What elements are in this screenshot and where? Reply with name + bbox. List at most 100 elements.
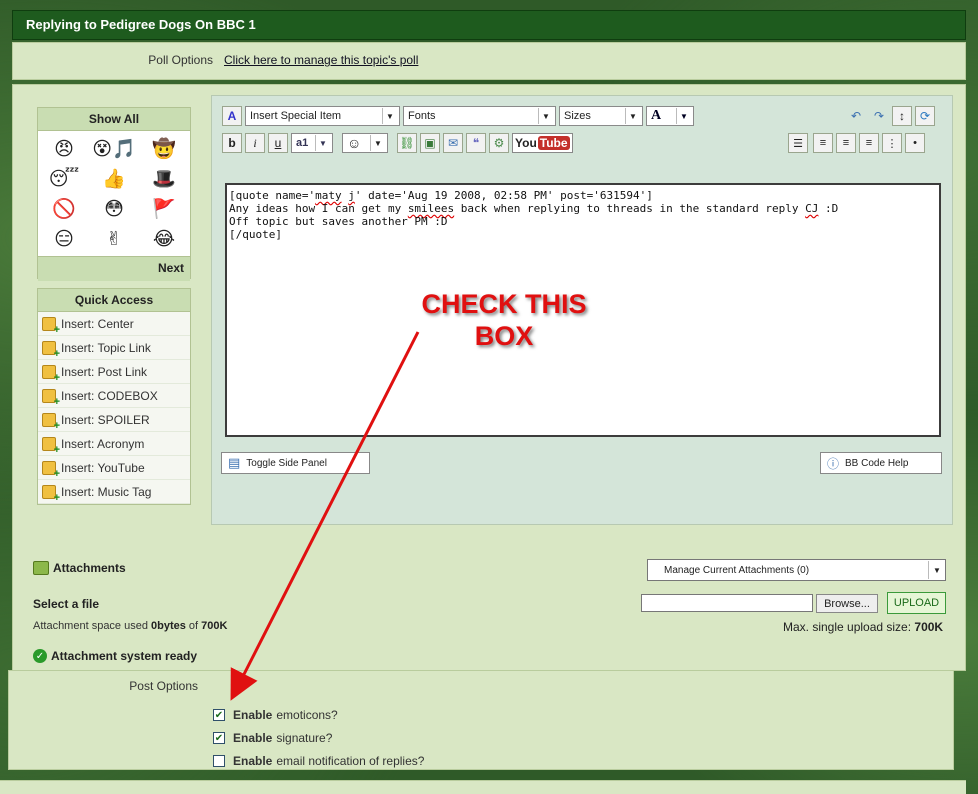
chevron-down-icon: ▼ (928, 561, 945, 579)
peace-smiley-icon[interactable]: ✌ (89, 224, 139, 254)
insert-link-icon[interactable]: ⛓ (397, 133, 417, 153)
insert-quote-icon[interactable]: ❝ (466, 133, 486, 153)
quick-access-item[interactable]: Insert: YouTube (38, 456, 190, 480)
insert-add-icon (42, 436, 60, 456)
enable-signature-checkbox[interactable]: ✔ (213, 732, 225, 744)
browse-button[interactable]: Browse... (816, 594, 878, 613)
italic-button[interactable]: i (245, 133, 265, 153)
sizes-select[interactable]: Sizes ▼ (559, 106, 643, 126)
insert-code-icon[interactable]: ⚙ (489, 133, 509, 153)
select-file-label: Select a file (33, 597, 100, 611)
check-circle-icon: ✓ (33, 649, 47, 663)
unordered-list-icon[interactable]: • (905, 133, 925, 153)
editor-text: [/quote] (229, 228, 282, 241)
poll-options-row: Poll Options Click here to manage this t… (12, 42, 966, 80)
editor-text: back when replying to threads in the sta… (454, 202, 806, 215)
enable-emoticons-checkbox[interactable]: ✔ (213, 709, 225, 721)
editor-text: Any ideas how I can get my (229, 202, 408, 215)
redo-icon[interactable]: ↷ (869, 106, 889, 126)
emoticon-select[interactable]: ☺ ▼ (342, 133, 388, 153)
blank-stare-smiley-icon[interactable]: 😳 (89, 194, 139, 224)
ordered-list-icon[interactable]: ⋮ (882, 133, 902, 153)
bowler-hat-smiley-icon[interactable]: 🎩 (139, 164, 189, 194)
attachment-space-used: Attachment space used 0bytes of 700K (33, 620, 227, 632)
bbcode-help-button[interactable]: ⓘ BB Code Help (820, 452, 942, 474)
underline-button[interactable]: u (268, 133, 288, 153)
fonts-select[interactable]: Fonts ▼ (403, 106, 556, 126)
laughing-smiley-icon[interactable]: 😂 (139, 224, 189, 254)
quick-access-item[interactable]: Insert: Center (38, 312, 190, 336)
indent-icon[interactable]: ☰ (788, 133, 808, 153)
smilies-next[interactable]: Next (38, 256, 190, 281)
space-used-value: 0bytes (151, 620, 186, 632)
font-color-select[interactable]: A ▼ (646, 106, 694, 126)
option-email-text: email notification of replies? (276, 754, 425, 768)
special-item-select[interactable]: Insert Special Item ▼ (245, 106, 400, 126)
editor-text: j (348, 189, 355, 202)
enable-emoticons-option[interactable]: ✔ Enable emoticons? (213, 708, 338, 722)
bold-button[interactable]: b (222, 133, 242, 153)
quick-access-header: Quick Access (38, 289, 190, 312)
insert-email-icon[interactable]: ✉ (443, 133, 463, 153)
angry-smiley-icon[interactable]: 😠 (39, 134, 89, 164)
attachments-label: Attachments (53, 561, 126, 575)
insert-add-icon (42, 484, 60, 504)
text-effects-select[interactable]: a1 ▼ (291, 133, 333, 153)
remove-format-icon[interactable]: A (222, 106, 242, 126)
quick-access-label: Insert: Acronym (61, 436, 145, 451)
chevron-down-icon: ▼ (625, 108, 640, 124)
max-upload-size: Max. single upload size: 700K (783, 620, 943, 634)
post-options-panel: Post Options ✔ Enable emoticons? ✔ Enabl… (8, 670, 954, 770)
toolbar-row-1: A Insert Special Item ▼ Fonts ▼ Sizes ▼ A ▼ (222, 105, 697, 127)
show-all-smilies[interactable]: Show All (38, 108, 190, 131)
resize-icon[interactable]: ↕ (892, 106, 912, 126)
insert-add-icon (42, 388, 60, 408)
singing-smiley-icon[interactable]: 😵🎵 (89, 134, 139, 164)
align-left-icon[interactable]: ≡ (813, 133, 833, 153)
manage-attachments-select[interactable]: Manage Current Attachments (0) ▼ (647, 559, 946, 581)
enable-email-notification-option[interactable]: Enable email notification of replies? (213, 754, 424, 768)
refresh-icon[interactable]: ⟳ (915, 106, 935, 126)
youtube-button[interactable]: You Tube (512, 133, 573, 153)
file-path-input[interactable] (641, 594, 813, 612)
quick-access-item[interactable]: Insert: CODEBOX (38, 384, 190, 408)
editor-text: Off topic but saves another PM :D (229, 215, 448, 228)
upload-button[interactable]: UPLOAD (887, 592, 946, 614)
special-item-label: Insert Special Item (250, 110, 342, 122)
toggle-side-panel-button[interactable]: ▤ Toggle Side Panel (221, 452, 370, 474)
flag-smiley-icon[interactable]: 🚩 (139, 194, 189, 224)
quick-access-label: Insert: SPOILER (61, 412, 150, 427)
quick-access-item[interactable]: Insert: SPOILER (38, 408, 190, 432)
quick-access-item[interactable]: Insert: Music Tag (38, 480, 190, 504)
align-right-icon[interactable]: ≡ (859, 133, 879, 153)
censored-smiley-icon[interactable]: 🚫 (39, 194, 89, 224)
undo-icon[interactable]: ↶ (846, 106, 866, 126)
quick-access-item[interactable]: Insert: Topic Link (38, 336, 190, 360)
attachment-icon (33, 561, 49, 575)
toggle-side-panel-label: Toggle Side Panel (246, 457, 327, 469)
sleepy-smiley-icon[interactable]: 😴 (39, 164, 89, 194)
max-value: 700K (914, 620, 944, 634)
quick-access-item[interactable]: Insert: Acronym (38, 432, 190, 456)
quick-access-label: Insert: Post Link (61, 364, 148, 379)
manage-attachments-label: Manage Current Attachments (0) (664, 564, 810, 576)
thumbsup-smiley-icon[interactable]: 👍 (89, 164, 139, 194)
enable-signature-option[interactable]: ✔ Enable signature? (213, 731, 332, 745)
text-effects-icon: a1 (296, 137, 309, 149)
enable-email-notification-checkbox[interactable] (213, 755, 225, 767)
help-icon: ⓘ (827, 456, 840, 471)
align-center-icon[interactable]: ≡ (836, 133, 856, 153)
insert-image-icon[interactable]: ▣ (420, 133, 440, 153)
reply-form: Replying to Pedigree Dogs On BBC 1 Poll … (12, 10, 966, 671)
smiley-icon: ☺ (347, 135, 362, 151)
option-enable-text: Enable (233, 754, 273, 768)
annotation-callout: CHECK THIS BOX (414, 288, 594, 352)
quick-access-item[interactable]: Insert: Post Link (38, 360, 190, 384)
option-enable-text: Enable (233, 731, 273, 745)
annotation-line-2: BOX (474, 321, 534, 351)
side-panel-icon: ▤ (228, 455, 241, 470)
cowboy-guns-smiley-icon[interactable]: 🤠 (139, 134, 189, 164)
chevron-down-icon: ▼ (382, 108, 397, 124)
manage-poll-link[interactable]: Click here to manage this topic's poll (224, 53, 418, 67)
meh-smiley-icon[interactable]: 😑 (39, 224, 89, 254)
